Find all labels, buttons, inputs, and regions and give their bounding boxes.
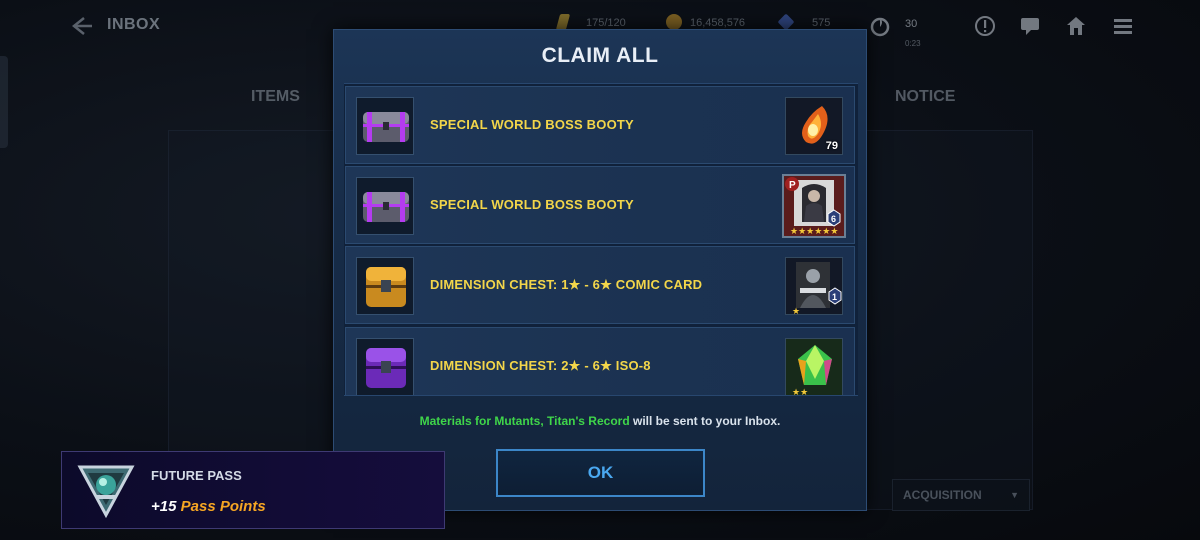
stamina-icon	[555, 14, 571, 30]
purple-cube-chest-icon	[356, 338, 414, 395]
chat-icon[interactable]	[1019, 15, 1041, 37]
card-tier-badge: 6	[831, 214, 836, 224]
points-amount: +15	[151, 498, 181, 515]
comic-card-icon[interactable]: P 6 ★★★★★★	[782, 174, 846, 238]
timer-countdown: 0:23	[905, 39, 921, 48]
side-drawer-handle[interactable]	[0, 56, 8, 148]
acquisition-dropdown[interactable]: ACQUISITION ▼	[892, 479, 1030, 511]
reward-count: 79	[825, 140, 838, 152]
card-tag: P	[789, 180, 796, 191]
gold-cube-chest-icon	[356, 257, 414, 315]
row-label: DIMENSION CHEST: 1★ - 6★ COMIC CARD	[430, 277, 703, 292]
purple-chest-icon	[356, 97, 414, 155]
stamina-value: 175/120	[586, 17, 626, 29]
iso8-crystal-icon[interactable]: ★★	[785, 338, 843, 396]
list-item: DIMENSION CHEST: 1★ - 6★ COMIC CARD 1 ★	[345, 246, 855, 324]
row-label: SPECIAL WORLD BOSS BOOTY	[430, 197, 634, 212]
alert-icon[interactable]	[974, 15, 996, 37]
ok-button[interactable]: OK	[496, 449, 705, 497]
list-item: SPECIAL WORLD BOSS BOOTY 79	[345, 86, 855, 164]
card-tier-badge: 1	[832, 292, 837, 302]
toast-title: FUTURE PASS	[151, 468, 242, 483]
purple-chest-icon	[356, 177, 414, 235]
toast-points: +15 Pass Points	[151, 498, 266, 515]
inbox-notice: Materials for Mutants, Titan's Record wi…	[334, 414, 866, 428]
page-title: INBOX	[107, 16, 161, 33]
row-label: DIMENSION CHEST: 2★ - 6★ ISO-8	[430, 358, 651, 373]
row-label: SPECIAL WORLD BOSS BOOTY	[430, 117, 634, 132]
home-icon[interactable]	[1065, 15, 1087, 37]
claim-all-dialog: CLAIM ALL SPECIAL WORLD BOSS BOOTY 79 SP…	[333, 29, 867, 511]
list-item: SPECIAL WORLD BOSS BOOTY P 6 ★★★★★★	[345, 166, 855, 244]
timer-count: 30	[905, 18, 918, 30]
back-arrow-icon[interactable]	[66, 12, 96, 40]
crystal-value: 575	[812, 17, 831, 29]
notice-highlight: Materials for Mutants, Titan's Record	[419, 414, 630, 428]
timer-icon[interactable]	[869, 15, 891, 37]
crystal-star-rating: ★★	[792, 388, 808, 396]
notice-text: will be sent to your Inbox.	[629, 414, 781, 428]
acquisition-label: ACQUISITION	[903, 488, 982, 502]
tab-items[interactable]: ITEMS	[251, 88, 300, 106]
fire-orb-icon[interactable]: 79	[785, 97, 843, 155]
gold-coin-icon	[666, 14, 682, 30]
menu-icon[interactable]	[1112, 15, 1134, 37]
future-pass-toast: FUTURE PASS +15 Pass Points	[61, 451, 445, 529]
crystal-icon	[777, 13, 795, 31]
tab-notice[interactable]: NOTICE	[895, 88, 955, 106]
points-label: Pass Points	[180, 498, 266, 515]
card-star-rating: ★	[792, 307, 800, 315]
gold-value: 16,458,576	[690, 17, 746, 29]
xforce-comic-card-icon[interactable]: 1 ★	[785, 257, 843, 315]
dialog-title: CLAIM ALL	[541, 44, 659, 67]
list-item: DIMENSION CHEST: 2★ - 6★ ISO-8 ★★	[345, 327, 855, 396]
future-pass-emblem-icon	[76, 461, 136, 521]
card-star-rating: ★★★★★★	[790, 227, 838, 236]
dropdown-caret-icon: ▼	[1010, 490, 1019, 500]
claim-list[interactable]: SPECIAL WORLD BOSS BOOTY 79 SPECIAL WORL…	[344, 83, 858, 396]
